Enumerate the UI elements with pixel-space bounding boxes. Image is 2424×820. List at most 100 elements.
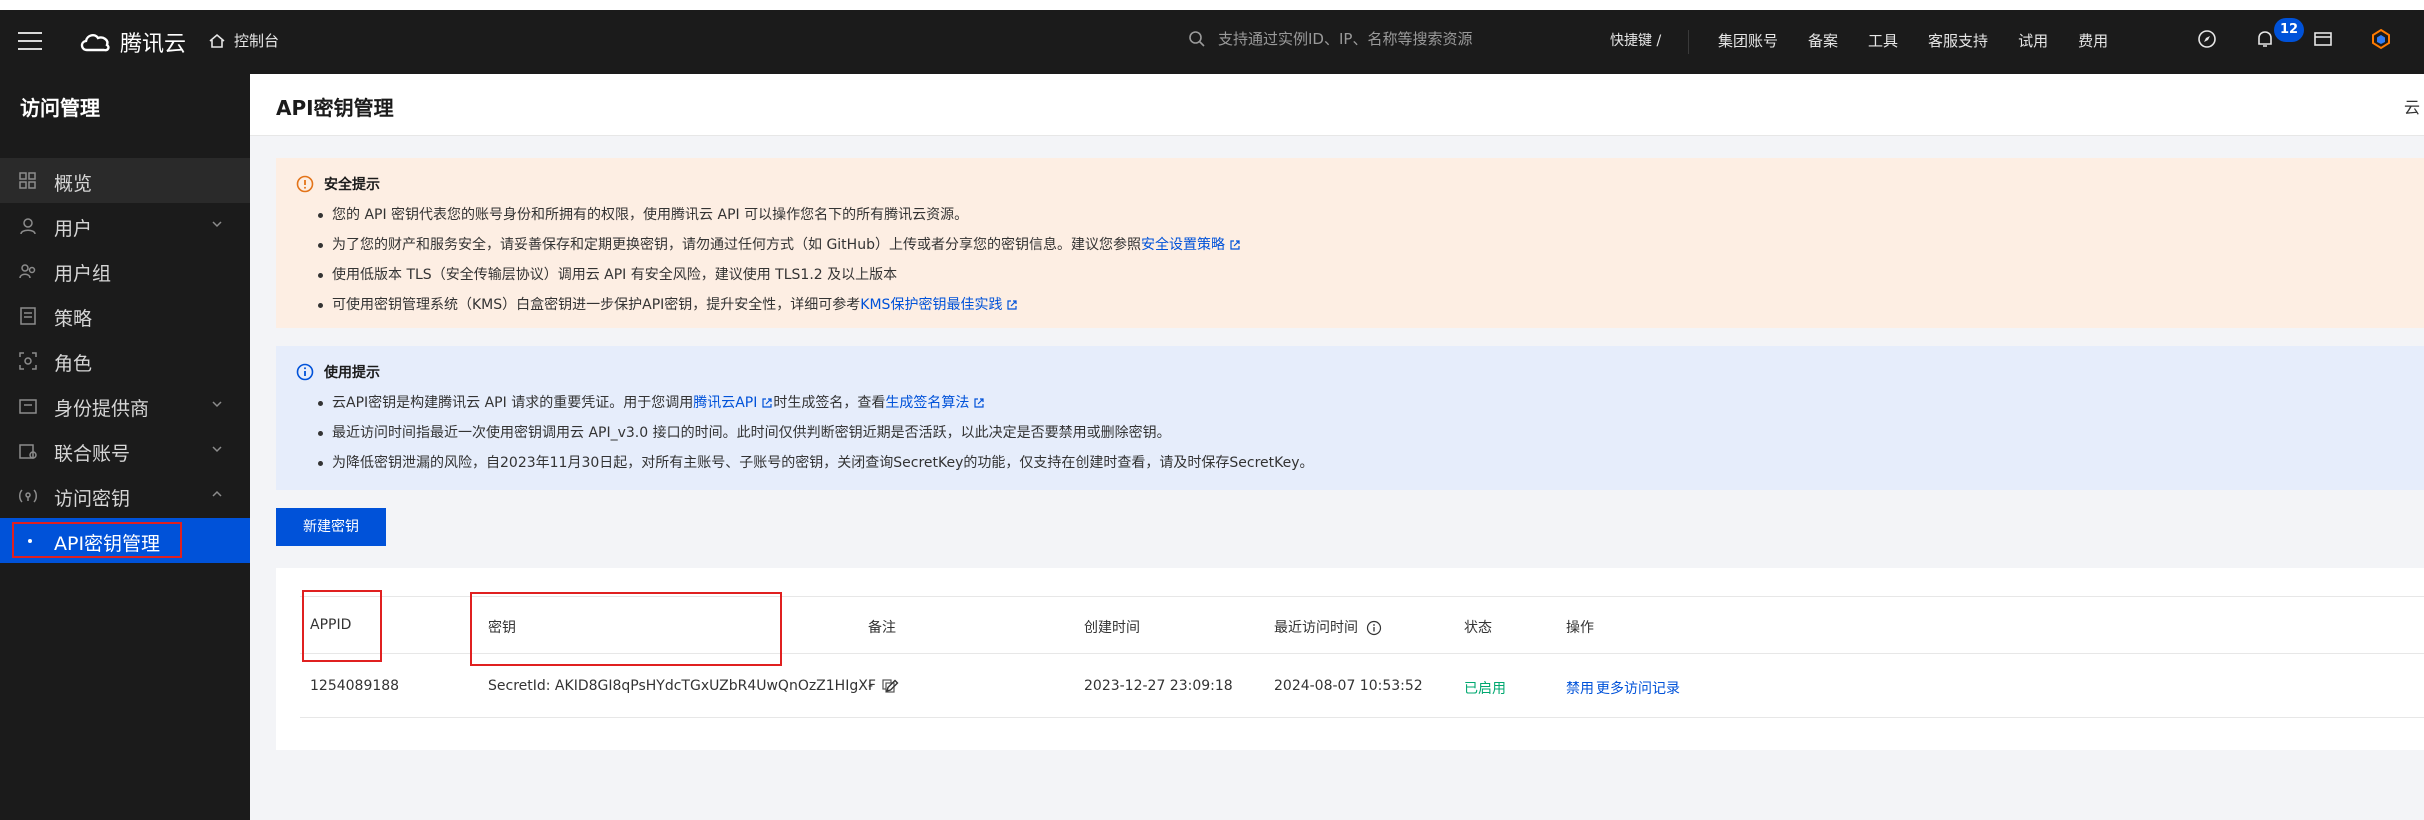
nav-filing[interactable]: 备案 xyxy=(1808,30,1838,51)
key-table-card: APPID 密钥 备注 创建时间 最近访问时间 状态 操作 1254089188… xyxy=(276,568,2424,750)
federated-account-icon xyxy=(19,444,37,459)
highlight-box-appid xyxy=(302,590,382,662)
notification-badge: 12 xyxy=(2274,18,2304,42)
secret-id-value: SecretId: AKID8GI8qPsHYdcTGxUZbR4UwQnOzZ… xyxy=(488,678,896,694)
security-tip-line: 为了您的财产和服务安全，请妥善保存和定期更换密钥，请勿通过任何方式（如 GitH… xyxy=(318,230,2404,260)
sidebar-item-label: 身份提供商 xyxy=(54,398,150,420)
sidebar-item-label: 概览 xyxy=(54,173,93,195)
security-tip-alert: 安全提示 您的 API 密钥代表您的账号身份和所拥有的权限，使用腾讯云 API … xyxy=(276,158,2424,328)
external-link-icon xyxy=(974,398,984,408)
column-header-remark: 备注 xyxy=(868,620,896,636)
more-access-records-link[interactable]: 更多访问记录 xyxy=(1596,678,1680,698)
create-key-button[interactable]: 新建密钥 xyxy=(276,508,386,546)
sidebar-item-roles[interactable]: 角色 xyxy=(0,338,250,383)
sidebar-item-federated-accounts[interactable]: 联合账号 xyxy=(0,428,250,473)
usage-tip-line: 最近访问时间指最近一次使用密钥调用云 API_v3.0 接口的时间。此时间仅供判… xyxy=(318,418,2404,448)
topbar-divider xyxy=(1688,30,1689,54)
policy-icon xyxy=(20,307,36,325)
usage-tip-list: 云API密钥是构建腾讯云 API 请求的重要凭证。用于您调用腾讯云API 时生成签… xyxy=(318,388,2404,478)
security-settings-link[interactable]: 安全设置策略 xyxy=(1141,237,1225,253)
console-label: 控制台 xyxy=(234,32,280,50)
role-icon xyxy=(19,352,37,370)
grid-icon xyxy=(19,172,36,189)
user-group-icon xyxy=(19,264,36,279)
remark-cell: - xyxy=(868,678,900,694)
console-link[interactable]: 控制台 xyxy=(208,30,279,51)
security-tip-heading: 安全提示 xyxy=(296,174,2404,194)
usage-tip-text: 云API密钥是构建腾讯云 API 请求的重要凭证。用于您调用 xyxy=(332,395,694,411)
edit-pencil-icon[interactable] xyxy=(884,678,900,694)
nav-billing[interactable]: 费用 xyxy=(2078,30,2108,51)
column-header-last-access: 最近访问时间 xyxy=(1274,617,1382,637)
created-time-value: 2023-12-27 23:09:18 xyxy=(1084,678,1233,694)
home-icon xyxy=(209,33,225,48)
highlight-box-sidebar xyxy=(12,522,182,558)
info-circle-icon xyxy=(296,363,314,381)
column-header-status: 状态 xyxy=(1464,620,1492,636)
user-icon xyxy=(20,218,36,235)
sidebar-item-policies[interactable]: 策略 xyxy=(0,293,250,338)
key-icon xyxy=(19,489,37,503)
nav-tools[interactable]: 工具 xyxy=(1868,30,1898,51)
usage-tip-title: 使用提示 xyxy=(324,365,380,381)
nav-group-account[interactable]: 集团账号 xyxy=(1718,30,1778,51)
last-access-value: 2024-08-07 10:53:52 xyxy=(1274,678,1423,694)
security-tip-line: 您的 API 密钥代表您的账号身份和所拥有的权限，使用腾讯云 API 可以操作您… xyxy=(318,200,2404,230)
brand-name: 腾讯云 xyxy=(120,32,187,57)
usage-tip-text: 时生成签名，查看 xyxy=(773,395,886,411)
warning-circle-icon xyxy=(296,175,314,193)
sidebar-item-access-keys[interactable]: 访问密钥 xyxy=(0,473,250,518)
page-title: API密钥管理 xyxy=(276,96,394,120)
last-access-label: 最近访问时间 xyxy=(1274,620,1358,636)
shortcut-hint: 快捷键 / xyxy=(1610,33,1662,49)
security-tip-text: 可使用密钥管理系统（KMS）白盒密钥进一步保护API密钥，提升安全性，详细可参考 xyxy=(332,297,861,313)
sidebar-title: 访问管理 xyxy=(20,96,100,120)
sidebar-item-users[interactable]: 用户 xyxy=(0,203,250,248)
remark-value: - xyxy=(868,678,874,694)
usage-tip-line: 云API密钥是构建腾讯云 API 请求的重要凭证。用于您调用腾讯云API 时生成签… xyxy=(318,388,2404,418)
security-tip-line: 使用低版本 TLS（安全传输层协议）调用云 API 有安全风险，建议使用 TLS… xyxy=(318,260,2404,290)
sidebar-item-user-groups[interactable]: 用户组 xyxy=(0,248,250,293)
sidebar: 访问管理 概览 用户 用户组 策略 角色 身份提供商 联合账号 访问密钥 API… xyxy=(0,74,250,820)
bell-icon[interactable] xyxy=(2254,28,2276,50)
secret-id-text: SecretId: AKID8GI8qPsHYdcTGxUZbR4UwQnOzZ… xyxy=(488,678,876,694)
colorful-app-icon[interactable] xyxy=(2370,28,2392,50)
topbar-links: 集团账号 备案 工具 客服支持 试用 费用 xyxy=(1718,30,2108,51)
global-search[interactable]: 支持通过实例ID、IP、名称等搜索资源 xyxy=(1188,28,1472,49)
disable-key-link[interactable]: 禁用 xyxy=(1566,678,1594,698)
nav-trial[interactable]: 试用 xyxy=(2018,30,2048,51)
search-placeholder: 支持通过实例ID、IP、名称等搜索资源 xyxy=(1218,30,1473,48)
top-strip xyxy=(0,0,2424,10)
tencent-cloud-logo[interactable]: 腾讯云 xyxy=(78,26,186,58)
chevron-up-icon xyxy=(212,490,222,497)
sidebar-item-label: 角色 xyxy=(54,353,93,375)
security-tip-title: 安全提示 xyxy=(324,177,380,193)
billing-icon[interactable] xyxy=(2312,28,2334,50)
chevron-down-icon xyxy=(212,446,222,453)
usage-tip-heading: 使用提示 xyxy=(296,362,2404,382)
sidebar-item-label: 访问密钥 xyxy=(54,488,131,510)
page-header: API密钥管理 云 xyxy=(250,74,2424,136)
usage-tip-alert: 使用提示 云API密钥是构建腾讯云 API 请求的重要凭证。用于您调用腾讯云AP… xyxy=(276,346,2424,490)
search-icon xyxy=(1189,30,1205,47)
sidebar-item-overview[interactable]: 概览 xyxy=(0,158,250,203)
tencent-cloud-api-link[interactable]: 腾讯云API xyxy=(693,395,757,411)
sidebar-item-label: 策略 xyxy=(54,308,93,330)
highlight-box-secret xyxy=(470,592,782,666)
security-tip-text: 为了您的财产和服务安全，请妥善保存和定期更换密钥，请勿通过任何方式（如 GitH… xyxy=(332,237,1141,253)
compass-icon[interactable] xyxy=(2196,28,2218,50)
signature-algorithm-link[interactable]: 生成签名算法 xyxy=(885,395,969,411)
sidebar-item-identity-providers[interactable]: 身份提供商 xyxy=(0,383,250,428)
info-icon[interactable] xyxy=(1366,620,1382,636)
external-link-icon xyxy=(1007,300,1018,310)
kms-best-practice-link[interactable]: KMS保护密钥最佳实践 xyxy=(860,297,1002,313)
hamburger-menu-icon[interactable] xyxy=(18,32,42,52)
nav-support[interactable]: 客服支持 xyxy=(1928,30,1988,51)
main-content: API密钥管理 云 安全提示 您的 API 密钥代表您的账号身份和所拥有的权限，… xyxy=(250,74,2424,820)
cloud-logo-icon xyxy=(80,33,110,52)
sidebar-item-label: 联合账号 xyxy=(54,443,131,465)
column-header-created: 创建时间 xyxy=(1084,620,1140,636)
idp-icon xyxy=(19,399,37,414)
usage-tip-line: 为降低密钥泄漏的风险，自2023年11月30日起，对所有主账号、子账号的密钥，关… xyxy=(318,448,2404,478)
external-link-icon xyxy=(762,398,772,408)
